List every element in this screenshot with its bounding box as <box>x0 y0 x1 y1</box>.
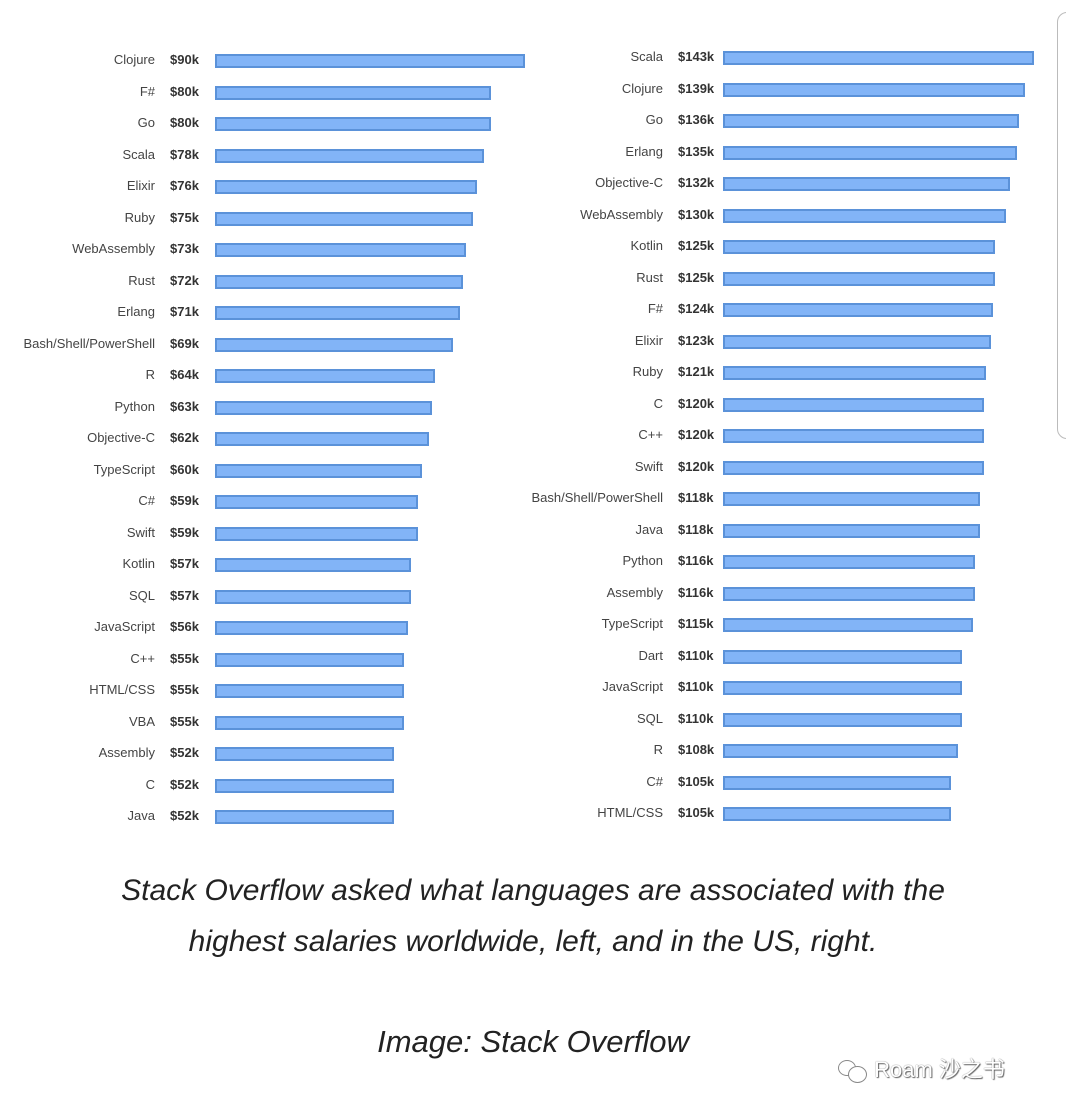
category-label: F# <box>647 301 663 316</box>
category-label: C++ <box>638 427 663 442</box>
bar <box>723 208 1006 223</box>
value-label: $135k <box>678 143 715 159</box>
bar <box>723 775 952 790</box>
bar <box>723 460 984 475</box>
bar <box>723 492 980 506</box>
value-label: $118k <box>678 490 714 505</box>
bar <box>723 114 1019 128</box>
bar <box>723 51 1034 65</box>
bar <box>723 334 991 349</box>
category-label: Assembly <box>606 584 663 600</box>
bar <box>723 649 963 664</box>
bar <box>723 82 1026 97</box>
category-label: C# <box>646 773 663 789</box>
value-label: $110k <box>678 647 714 663</box>
category-label: Erlang <box>625 143 663 159</box>
caption-line-2: highest salaries worldwide, left, and in… <box>188 925 878 958</box>
bar <box>723 586 976 601</box>
bar <box>723 240 995 254</box>
value-label: $136k <box>678 112 715 127</box>
caption-line-1: Stack Overflow asked what languages are … <box>121 874 945 907</box>
category-label: JavaScript <box>602 679 663 694</box>
value-label: $110k <box>678 710 714 726</box>
category-label: Bash/Shell/PowerShell <box>531 490 663 505</box>
category-label: Ruby <box>632 364 663 379</box>
value-label: $130k <box>678 206 715 222</box>
value-label: $120k <box>678 395 715 411</box>
bar <box>723 145 1017 160</box>
value-label: $120k <box>678 427 715 442</box>
bar <box>723 712 963 727</box>
category-label: HTML/CSS <box>597 805 663 820</box>
category-label: Java <box>635 521 663 537</box>
bar <box>723 397 984 412</box>
value-label: $124k <box>678 301 715 316</box>
watermark: Roam 沙之书 <box>838 1052 1005 1084</box>
category-label: Python <box>622 553 663 568</box>
value-label: $121k <box>678 364 715 379</box>
wechat-icon <box>838 1060 868 1084</box>
category-label: Dart <box>638 647 663 663</box>
value-label: $132k <box>678 175 715 190</box>
scrollbar[interactable] <box>1057 12 1066 439</box>
category-label: Objective-C <box>595 175 663 190</box>
bar <box>723 177 1011 191</box>
value-label: $120k <box>678 458 715 474</box>
bar <box>723 523 980 538</box>
value-label: $115k <box>678 616 714 631</box>
bar <box>723 744 958 758</box>
value-label: $105k <box>678 805 715 820</box>
category-label: Swift <box>634 458 663 474</box>
bar <box>723 618 974 632</box>
bar <box>723 271 995 286</box>
value-label: $116k <box>678 553 714 568</box>
value-label: $125k <box>678 238 715 253</box>
category-label: Clojure <box>621 80 663 96</box>
value-label: $143k <box>678 49 715 64</box>
value-label: $118k <box>678 521 714 537</box>
category-label: SQL <box>636 710 663 726</box>
value-label: $123k <box>678 332 715 348</box>
watermark-text: Roam 沙之书 <box>874 1057 1005 1082</box>
bar <box>723 366 987 380</box>
bar <box>723 429 984 443</box>
bar <box>723 807 952 821</box>
value-label: $125k <box>678 269 715 285</box>
category-label: Scala <box>630 49 663 64</box>
bar <box>723 555 976 569</box>
value-label: $139k <box>678 80 715 96</box>
category-label: Go <box>645 112 663 127</box>
value-label: $105k <box>678 773 715 789</box>
bar <box>723 681 963 695</box>
category-label: WebAssembly <box>580 206 663 222</box>
category-label: Rust <box>636 269 663 285</box>
category-label: TypeScript <box>601 616 663 631</box>
value-label: $110k <box>678 679 714 694</box>
value-label: $116k <box>678 584 714 600</box>
category-label: C <box>653 395 663 411</box>
category-label: Kotlin <box>630 238 663 253</box>
bar <box>723 303 993 317</box>
value-label: $108k <box>678 742 715 757</box>
category-label: Elixir <box>634 332 663 348</box>
category-label: R <box>653 742 663 757</box>
